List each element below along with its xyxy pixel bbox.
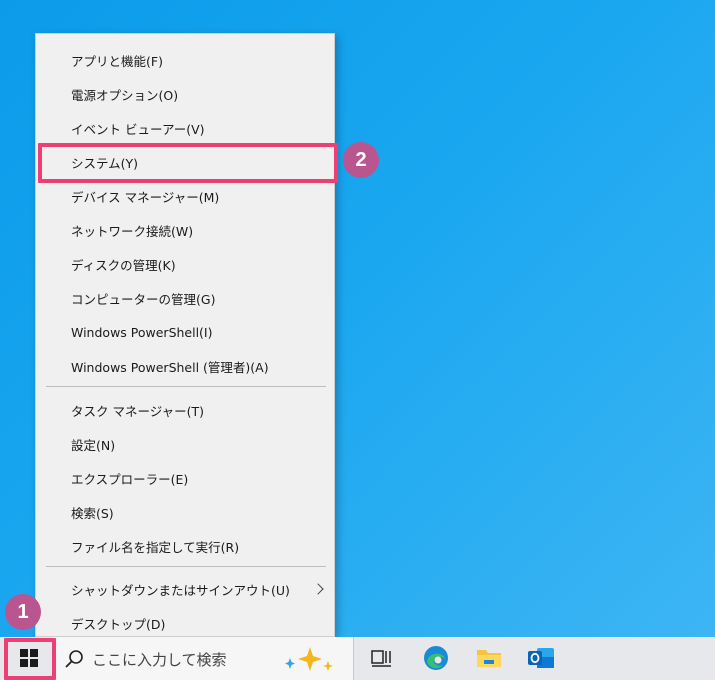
menu-item-event-viewer[interactable]: イベント ビューアー(V) <box>36 112 334 144</box>
menu-item-shutdown-signout[interactable]: シャットダウンまたはサインアウト(U) <box>36 573 334 605</box>
menu-item-label: タスク マネージャー(T) <box>71 403 204 419</box>
search-icon <box>65 650 83 668</box>
menu-item-label: コンピューターの管理(G) <box>71 291 216 307</box>
menu-item-label: 設定(N) <box>71 437 116 453</box>
menu-item-label: イベント ビューアー(V) <box>71 121 205 137</box>
menu-item-label: Windows PowerShell (管理者)(A) <box>71 359 269 375</box>
menu-item-label: ファイル名を指定して実行(R) <box>71 539 240 555</box>
outlook-button[interactable] <box>526 643 556 673</box>
menu-item-label: Windows PowerShell(I) <box>71 324 213 340</box>
outlook-icon <box>528 648 554 668</box>
menu-item-label: デバイス マネージャー(M) <box>71 189 220 205</box>
menu-item-explorer[interactable]: エクスプローラー(E) <box>36 462 334 494</box>
menu-item-run[interactable]: ファイル名を指定して実行(R) <box>36 530 334 562</box>
chevron-right-icon <box>312 583 324 595</box>
menu-item-label: 検索(S) <box>71 505 114 521</box>
menu-item-search[interactable]: 検索(S) <box>36 496 334 528</box>
step-badge-number: 1 <box>17 600 29 623</box>
edge-button[interactable] <box>421 643 451 673</box>
menu-item-power-options[interactable]: 電源オプション(O) <box>36 78 334 110</box>
taskbar: ここに入力して検索 <box>0 637 715 680</box>
menu-item-label: 電源オプション(O) <box>71 87 179 103</box>
menu-item-powershell[interactable]: Windows PowerShell(I) <box>36 316 334 348</box>
sparkle-icon <box>285 647 333 671</box>
file-explorer-button[interactable] <box>474 643 504 673</box>
menu-item-powershell-admin[interactable]: Windows PowerShell (管理者)(A) <box>36 350 334 382</box>
desktop: アプリと機能(F) 電源オプション(O) イベント ビューアー(V) システム(… <box>0 0 715 680</box>
menu-item-desktop[interactable]: デスクトップ(D) <box>36 607 334 639</box>
menu-item-label: ネットワーク接続(W) <box>71 223 194 239</box>
menu-item-computer-management[interactable]: コンピューターの管理(G) <box>36 282 334 314</box>
menu-separator <box>46 386 326 387</box>
menu-item-settings[interactable]: 設定(N) <box>36 428 334 460</box>
file-explorer-icon <box>477 650 501 667</box>
menu-item-label: ディスクの管理(K) <box>71 257 176 273</box>
step-badge-2: 2 <box>343 142 379 178</box>
highlight-start-button <box>4 638 56 680</box>
menu-item-apps-features[interactable]: アプリと機能(F) <box>36 44 334 76</box>
task-view-icon <box>371 650 391 667</box>
menu-item-label: エクスプローラー(E) <box>71 471 189 487</box>
menu-item-label: デスクトップ(D) <box>71 616 166 632</box>
highlight-system-item <box>38 143 338 183</box>
step-badge-1: 1 <box>5 594 41 630</box>
menu-item-label: シャットダウンまたはサインアウト(U) <box>71 582 290 598</box>
menu-item-task-manager[interactable]: タスク マネージャー(T) <box>36 394 334 426</box>
menu-item-label: アプリと機能(F) <box>71 53 163 69</box>
step-badge-number: 2 <box>355 148 367 171</box>
menu-item-disk-management[interactable]: ディスクの管理(K) <box>36 248 334 280</box>
menu-separator <box>46 566 326 567</box>
menu-item-device-manager[interactable]: デバイス マネージャー(M) <box>36 180 334 212</box>
menu-item-network-connections[interactable]: ネットワーク接続(W) <box>36 214 334 246</box>
taskbar-search-box[interactable]: ここに入力して検索 <box>52 637 354 680</box>
edge-icon <box>424 646 448 670</box>
search-placeholder: ここに入力して検索 <box>92 651 227 669</box>
winx-context-menu: アプリと機能(F) 電源オプション(O) イベント ビューアー(V) システム(… <box>35 33 335 637</box>
task-view-button[interactable] <box>367 643 397 673</box>
